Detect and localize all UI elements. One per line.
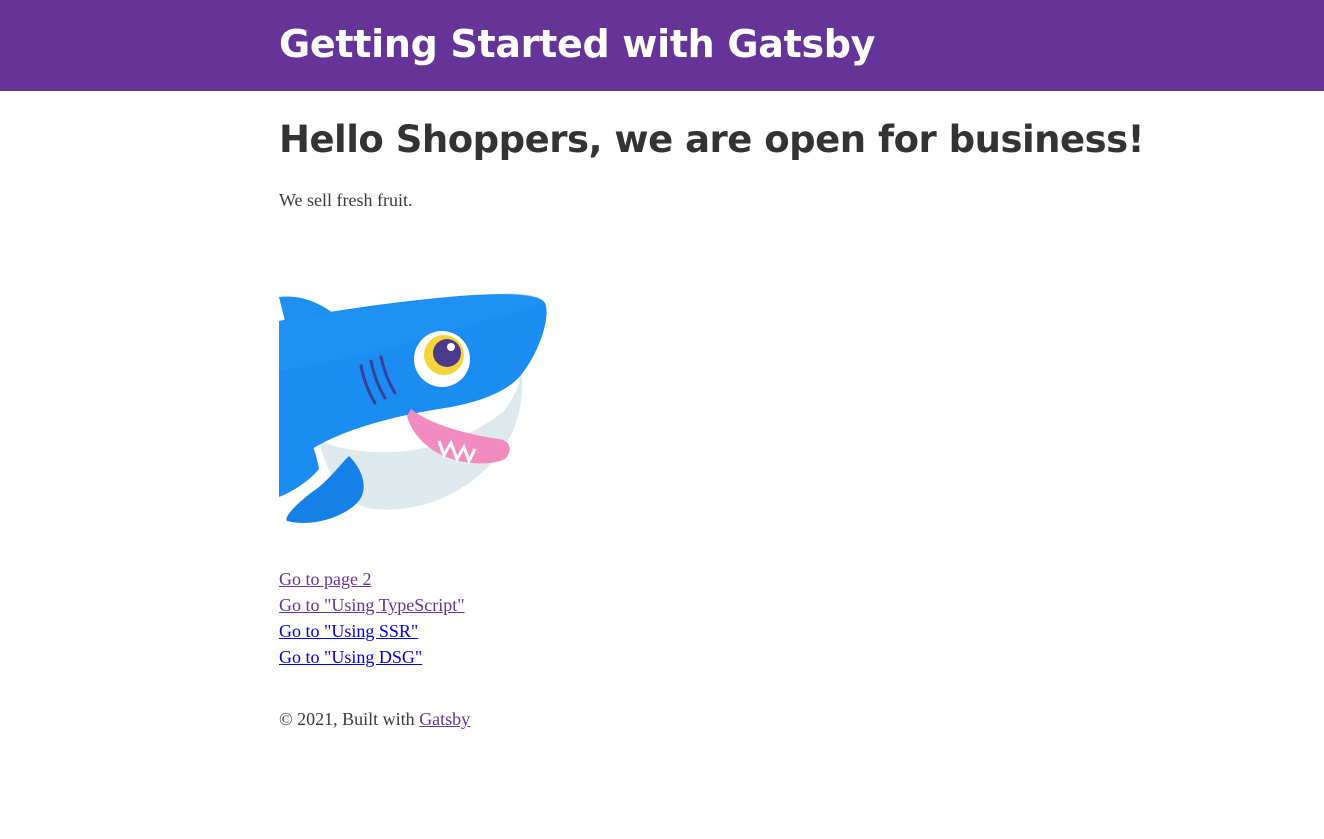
list-item: Go to "Using DSG" xyxy=(279,644,465,670)
link-page-2[interactable]: Go to page 2 xyxy=(279,569,371,589)
site-header: Getting Started with Gatsby xyxy=(0,0,1324,91)
shark-illustration-icon xyxy=(279,293,547,523)
list-item: Go to "Using TypeScript" xyxy=(279,592,465,618)
link-using-ssr[interactable]: Go to "Using SSR" xyxy=(279,621,418,641)
nav-link-list: Go to page 2 Go to "Using TypeScript" Go… xyxy=(279,566,465,670)
intro-text: We sell fresh fruit. xyxy=(279,190,413,210)
site-footer: © 2021, Built with Gatsby xyxy=(279,707,470,731)
shark-eye-pupil xyxy=(433,339,461,367)
link-using-dsg[interactable]: Go to "Using DSG" xyxy=(279,647,422,667)
list-item: Go to page 2 xyxy=(279,566,465,592)
page-heading: Hello Shoppers, we are open for business… xyxy=(279,118,1145,161)
footer-gatsby-link[interactable]: Gatsby xyxy=(419,709,470,729)
link-using-typescript[interactable]: Go to "Using TypeScript" xyxy=(279,595,465,615)
footer-text: © 2021, Built with xyxy=(279,709,415,729)
site-title-link[interactable]: Getting Started with Gatsby xyxy=(279,18,875,70)
list-item: Go to "Using SSR" xyxy=(279,618,465,644)
